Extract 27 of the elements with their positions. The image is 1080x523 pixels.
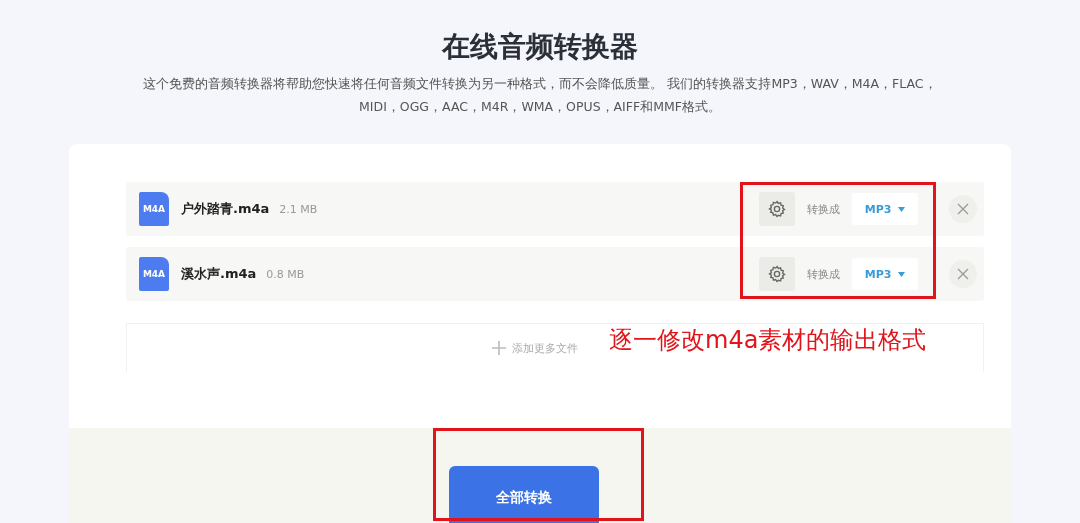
settings-button[interactable] [759,192,795,226]
settings-button[interactable] [759,257,795,291]
format-dropdown[interactable]: MP3 [852,193,918,225]
caret-icon [898,272,906,277]
convert-to-label: 转换成 [807,266,840,282]
file-name: 溪水声.m4a [181,265,257,283]
close-button[interactable] [949,260,977,288]
add-files-label: 添加更多文件 [512,340,578,356]
page-title: 在线音频转换器 [442,29,638,65]
description-text: 这个免费的音频转换器将帮助您快速将任何音频文件转换为另一种格式，而不会降低质量。 我们的转换器支持MP3，WAV，M4A，FLAC， [143,75,937,93]
convert-to-label: 转换成 [807,201,840,217]
format-dropdown[interactable]: MP3 [852,258,918,290]
file-icon: M4A [139,257,169,291]
close-button[interactable] [949,195,977,223]
close-icon [957,203,969,215]
gear-icon [768,200,786,218]
file-size: 0.8 MB [266,267,306,281]
file-name: 户外踏青.m4a [181,200,270,218]
plus-icon [492,341,506,355]
file-icon: M4A [139,192,169,226]
gear-icon [768,265,786,283]
file-size: 2.1 MB [279,202,319,216]
caret-icon [898,207,906,212]
annotation-text: 逐一修改m4a素材的输出格式 [609,325,927,356]
description-text: MIDI，OGG，AAC，M4R，WMA，OPUS，AIFF和MMF格式。 [359,98,721,116]
convert-all-button[interactable]: 全部转换 [449,466,599,523]
close-icon [957,268,969,280]
